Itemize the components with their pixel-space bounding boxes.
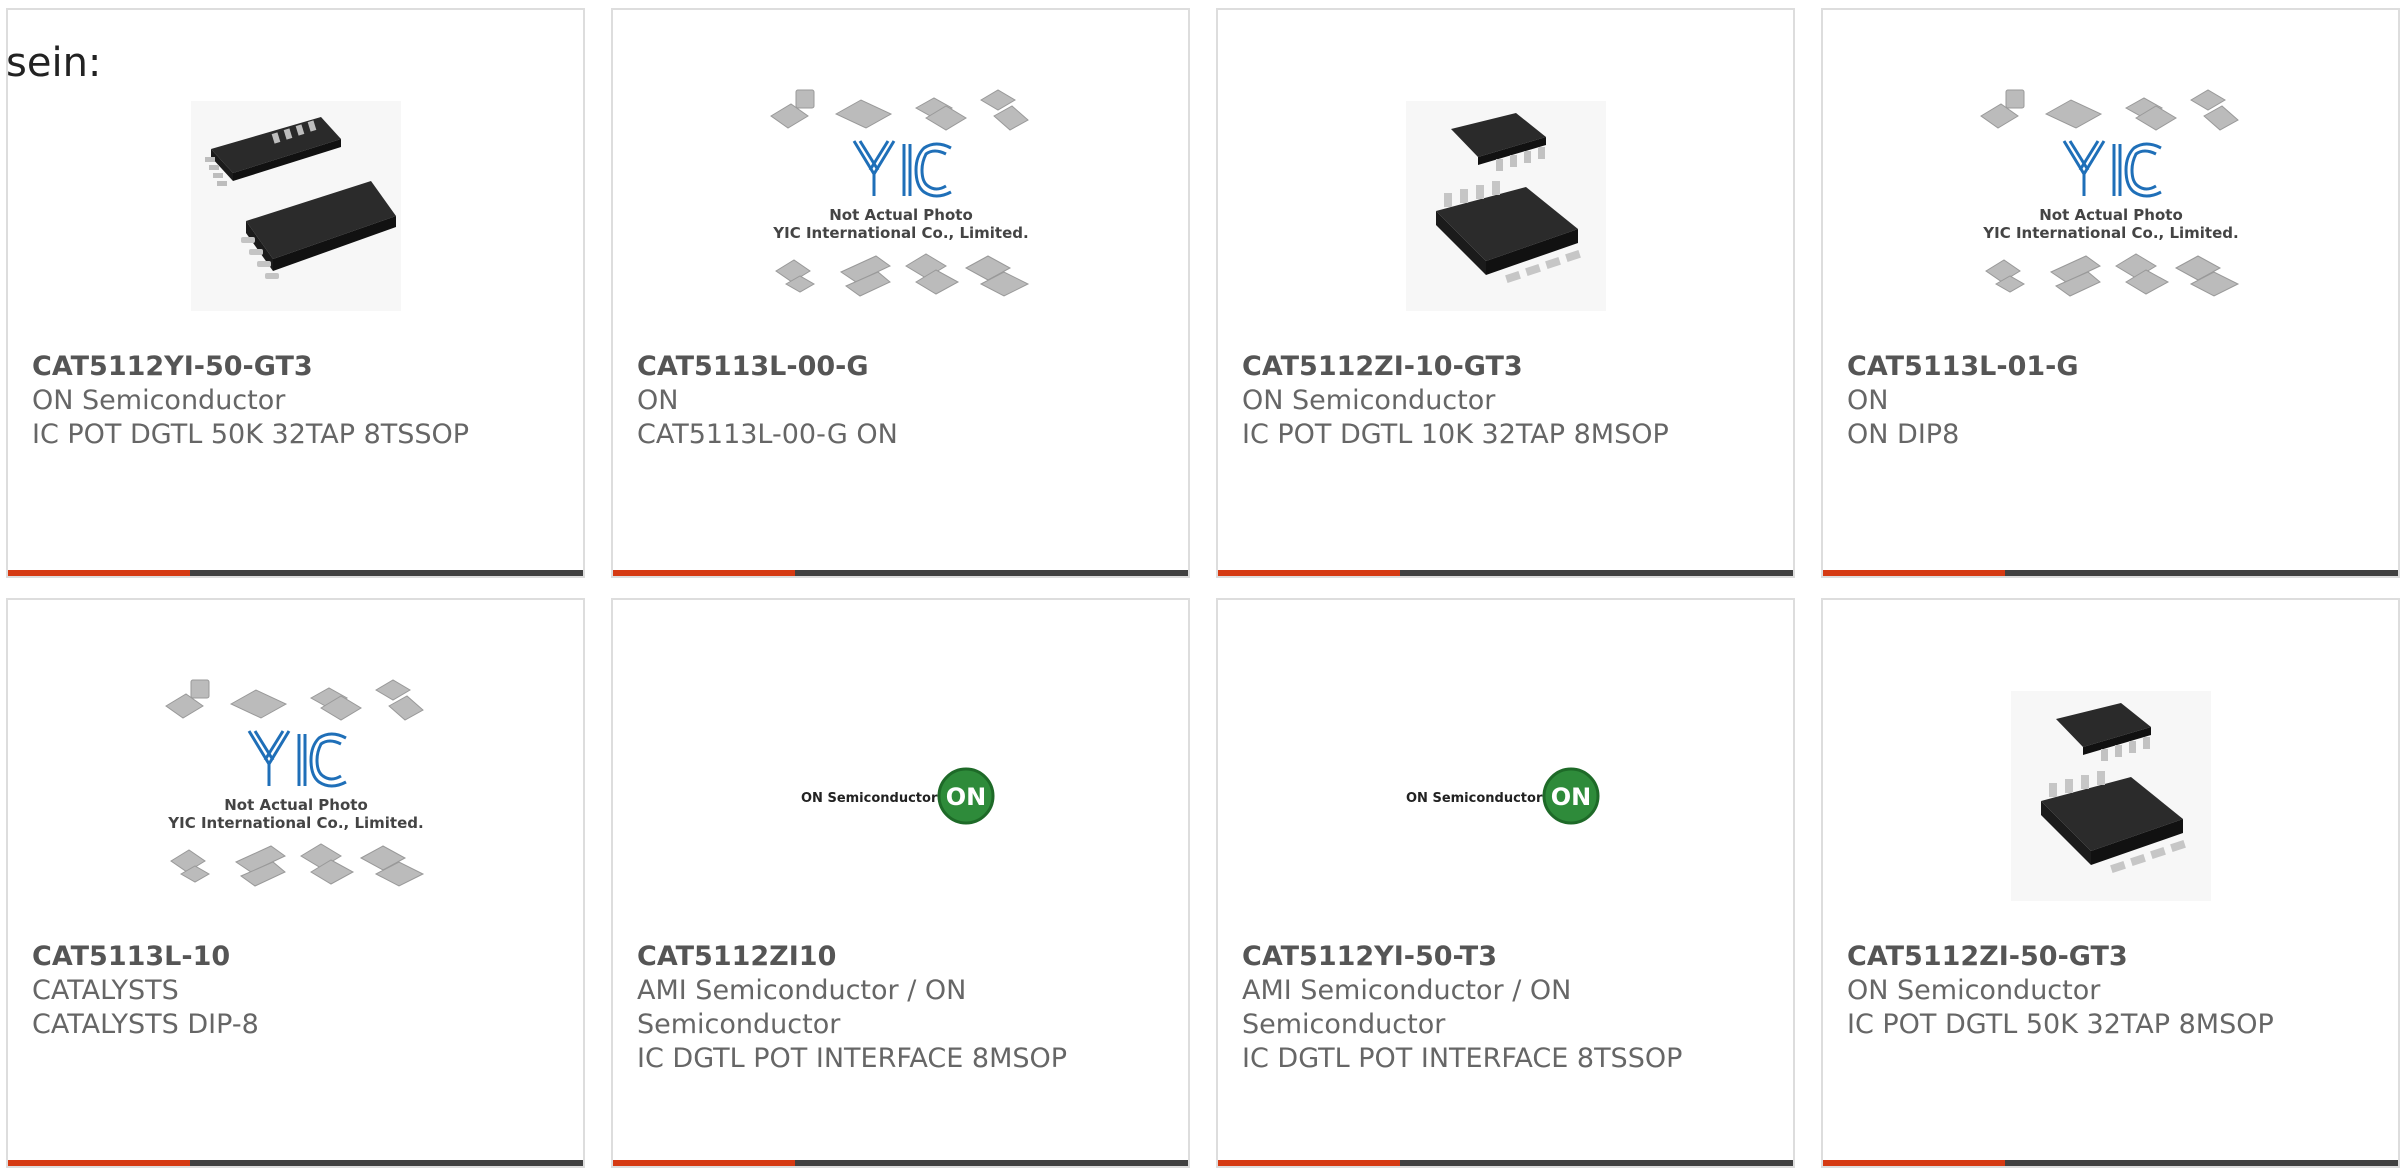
product-info: CAT5112ZI-10-GT3 ON Semiconductor IC POT… [1242, 350, 1773, 452]
description: IC DGTL POT INTERFACE 8TSSOP [1242, 1043, 1683, 1074]
product-thumbnail[interactable]: Not Actual Photo YIC International Co., … [613, 70, 1188, 342]
card-bottom-bar [613, 1160, 1188, 1166]
card-bottom-bar [1823, 570, 2398, 576]
description: ON DIP8 [1847, 419, 1960, 450]
product-thumbnail[interactable] [8, 70, 583, 342]
manufacturer: ON [637, 385, 679, 416]
product-thumbnail[interactable]: Not Actual Photo YIC International Co., … [1823, 70, 2398, 342]
product-thumbnail[interactable]: ON Semiconductor ON [613, 660, 1188, 932]
product-info: CAT5113L-00-G ON CAT5113L-00-G ON [637, 350, 1168, 452]
product-thumbnail[interactable]: ON Semiconductor ON [1218, 660, 1793, 932]
description: CAT5113L-00-G ON [637, 419, 898, 450]
on-semiconductor-logo: ON Semiconductor ON [1406, 767, 1599, 825]
svg-text:Not Actual Photo: Not Actual Photo [829, 206, 973, 224]
product-info: CAT5112ZI-50-GT3 ON Semiconductor IC POT… [1847, 940, 2378, 1042]
manufacturer: AMI Semiconductor / ON Semiconductor [637, 975, 967, 1040]
yic-placeholder-image: Not Actual Photo YIC International Co., … [164, 679, 424, 887]
manufacturer: ON Semiconductor [32, 385, 286, 416]
card-bottom-bar [613, 570, 1188, 576]
product-info: CAT5113L-01-G ON ON DIP8 [1847, 350, 2378, 452]
svg-text:Not Actual Photo: Not Actual Photo [224, 796, 368, 814]
intro-text: sein: [6, 40, 102, 86]
svg-text:YIC International Co., Limited: YIC International Co., Limited. [772, 224, 1028, 242]
manufacturer: ON Semiconductor [1847, 975, 2101, 1006]
svg-text:ON Semiconductor: ON Semiconductor [801, 791, 938, 806]
product-info: CAT5113L-10 CATALYSTS CATALYSTS DIP-8 [32, 940, 563, 1042]
product-card[interactable]: Not Actual Photo YIC International Co., … [6, 598, 585, 1168]
description: IC DGTL POT INTERFACE 8MSOP [637, 1043, 1068, 1074]
chip-msop-image [1405, 101, 1606, 311]
part-number-link[interactable]: CAT5112YI-50-GT3 [32, 350, 563, 384]
description: CATALYSTS DIP-8 [32, 1009, 259, 1040]
product-info: CAT5112YI-50-T3 AMI Semiconductor / ON S… [1242, 940, 1773, 1076]
part-number-link[interactable]: CAT5113L-01-G [1847, 350, 2378, 384]
svg-text:ON: ON [1550, 783, 1591, 811]
part-number-link[interactable]: CAT5112ZI10 [637, 940, 1168, 974]
manufacturer: ON [1847, 385, 1889, 416]
product-thumbnail[interactable]: Not Actual Photo YIC International Co., … [8, 660, 583, 932]
description: IC POT DGTL 50K 32TAP 8TSSOP [32, 419, 470, 450]
card-bottom-bar [8, 1160, 583, 1166]
product-info: CAT5112ZI10 AMI Semiconductor / ON Semic… [637, 940, 1168, 1076]
svg-text:YIC International Co., Limited: YIC International Co., Limited. [167, 814, 423, 832]
product-card[interactable]: ON Semiconductor ON CAT5112ZI10 AMI Semi… [611, 598, 1190, 1168]
svg-text:YIC International Co., Limited: YIC International Co., Limited. [1982, 224, 2238, 242]
product-card[interactable]: Not Actual Photo YIC International Co., … [611, 8, 1190, 578]
part-number-link[interactable]: CAT5113L-00-G [637, 350, 1168, 384]
chip-msop-image [2010, 691, 2211, 901]
manufacturer: AMI Semiconductor / ON Semiconductor [1242, 975, 1572, 1040]
svg-text:ON Semiconductor: ON Semiconductor [1406, 791, 1543, 806]
card-bottom-bar [8, 570, 583, 576]
product-card[interactable]: ON Semiconductor ON CAT5112YI-50-T3 AMI … [1216, 598, 1795, 1168]
yic-placeholder-image: Not Actual Photo YIC International Co., … [769, 89, 1029, 297]
product-thumbnail[interactable] [1823, 660, 2398, 932]
card-bottom-bar [1823, 1160, 2398, 1166]
manufacturer: ON Semiconductor [1242, 385, 1496, 416]
part-number-link[interactable]: CAT5112YI-50-T3 [1242, 940, 1773, 974]
product-card[interactable]: CAT5112ZI-10-GT3 ON Semiconductor IC POT… [1216, 8, 1795, 578]
chip-tssop-image [190, 101, 401, 311]
yic-placeholder-image: Not Actual Photo YIC International Co., … [1979, 89, 2239, 297]
product-info: CAT5112YI-50-GT3 ON Semiconductor IC POT… [32, 350, 563, 452]
description: IC POT DGTL 50K 32TAP 8MSOP [1847, 1009, 2274, 1040]
manufacturer: CATALYSTS [32, 975, 179, 1006]
part-number-link[interactable]: CAT5112ZI-50-GT3 [1847, 940, 2378, 974]
part-number-link[interactable]: CAT5113L-10 [32, 940, 563, 974]
on-semiconductor-logo: ON Semiconductor ON [801, 767, 994, 825]
product-card[interactable]: CAT5112YI-50-GT3 ON Semiconductor IC POT… [6, 8, 585, 578]
product-card[interactable]: CAT5112ZI-50-GT3 ON Semiconductor IC POT… [1821, 598, 2400, 1168]
description: IC POT DGTL 10K 32TAP 8MSOP [1242, 419, 1669, 450]
part-number-link[interactable]: CAT5112ZI-10-GT3 [1242, 350, 1773, 384]
product-thumbnail[interactable] [1218, 70, 1793, 342]
svg-text:ON: ON [945, 783, 986, 811]
svg-text:Not Actual Photo: Not Actual Photo [2039, 206, 2183, 224]
card-bottom-bar [1218, 1160, 1793, 1166]
product-grid: CAT5112YI-50-GT3 ON Semiconductor IC POT… [6, 8, 2400, 1168]
product-card[interactable]: Not Actual Photo YIC International Co., … [1821, 8, 2400, 578]
card-bottom-bar [1218, 570, 1793, 576]
